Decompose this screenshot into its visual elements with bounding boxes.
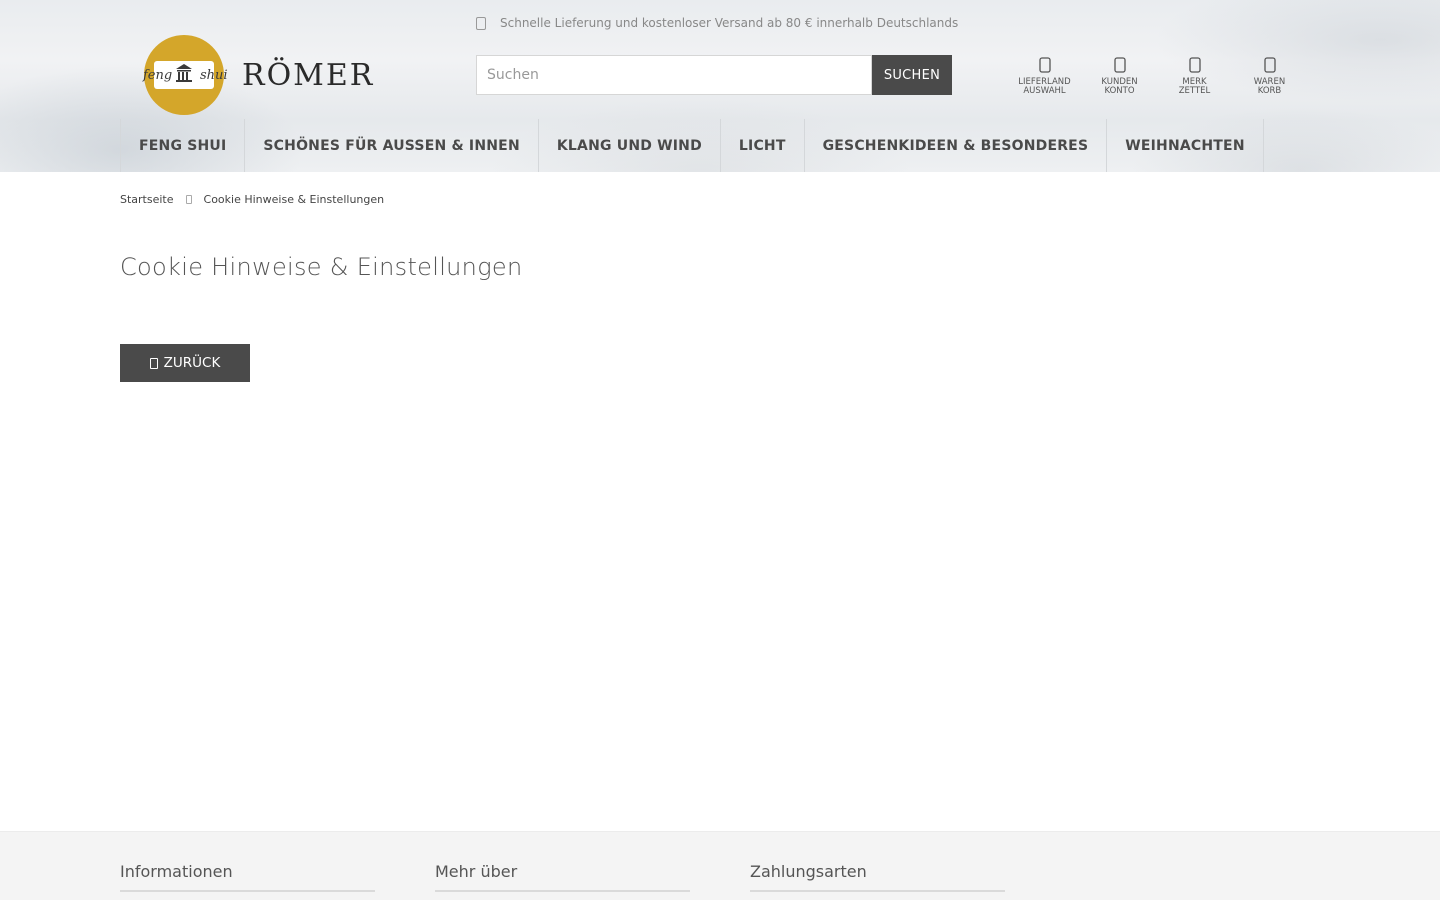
site-header: Schnelle Lieferung und kostenloser Versa… <box>0 0 1440 172</box>
search-bar: SUCHEN <box>476 55 952 95</box>
logo-feng-text: feng <box>142 68 172 83</box>
user-icon <box>1113 57 1126 73</box>
search-button[interactable]: SUCHEN <box>872 55 952 95</box>
cart-button[interactable]: WAREN KORB <box>1232 56 1307 96</box>
promo-bar: Schnelle Lieferung und kostenloser Versa… <box>476 14 958 32</box>
chevron-right-icon <box>185 195 192 204</box>
footer-heading-mehr-ueber[interactable]: Mehr über <box>435 862 690 892</box>
back-button[interactable]: ZURÜCK <box>120 344 250 382</box>
globe-icon <box>1038 57 1051 73</box>
heart-icon <box>1188 57 1201 73</box>
cart-label-2: KORB <box>1257 86 1282 96</box>
site-logo[interactable]: feng shui RÖMER <box>140 33 385 117</box>
header-actions: LIEFERLAND AUSWAHL KUNDEN KONTO MERK ZET… <box>1007 56 1307 96</box>
arrow-left-icon <box>149 357 158 369</box>
wishlist-button[interactable]: MERK ZETTEL <box>1157 56 1232 96</box>
back-button-label: ZURÜCK <box>163 355 221 371</box>
breadcrumb-home-link[interactable]: Startseite <box>120 193 174 206</box>
site-footer: Informationen Mehr über Zahlungsarten <box>0 831 1440 900</box>
brand-name: RÖMER <box>242 57 374 93</box>
nav-item-feng-shui[interactable]: FENG SHUI <box>121 119 246 172</box>
nav-item-klang-und-wind[interactable]: KLANG UND WIND <box>539 119 721 172</box>
breadcrumb-current[interactable]: Cookie Hinweise & Einstellungen <box>204 193 385 206</box>
footer-heading-informationen[interactable]: Informationen <box>120 862 375 892</box>
footer-heading-zahlungsarten[interactable]: Zahlungsarten <box>750 862 1005 892</box>
nav-item-geschenkideen[interactable]: GESCHENKIDEEN & BESONDERES <box>805 119 1108 172</box>
promo-text: Schnelle Lieferung und kostenloser Versa… <box>500 16 959 30</box>
delivery-country-label-2: AUSWAHL <box>1023 86 1066 96</box>
cart-icon <box>1263 57 1276 73</box>
delivery-country-button[interactable]: LIEFERLAND AUSWAHL <box>1007 56 1082 96</box>
feng-shui-logo-graphic: feng shui RÖMER <box>142 35 374 115</box>
page-title: Cookie Hinweise & Einstellungen <box>120 253 523 281</box>
breadcrumb: Startseite Cookie Hinweise & Einstellung… <box>120 193 384 206</box>
wishlist-label-2: ZETTEL <box>1178 86 1211 96</box>
main-navigation: FENG SHUI SCHÖNES FÜR AUSSEN & INNEN KLA… <box>120 119 1264 172</box>
nav-item-weihnachten[interactable]: WEIHNACHTEN <box>1107 119 1264 172</box>
search-input[interactable] <box>476 55 872 95</box>
customer-account-label-2: KONTO <box>1104 86 1135 96</box>
logo-shui-text: shui <box>200 68 228 83</box>
truck-icon <box>476 16 486 30</box>
nav-item-licht[interactable]: LICHT <box>721 119 805 172</box>
nav-item-schoenes[interactable]: SCHÖNES FÜR AUSSEN & INNEN <box>245 119 539 172</box>
customer-account-button[interactable]: KUNDEN KONTO <box>1082 56 1157 96</box>
